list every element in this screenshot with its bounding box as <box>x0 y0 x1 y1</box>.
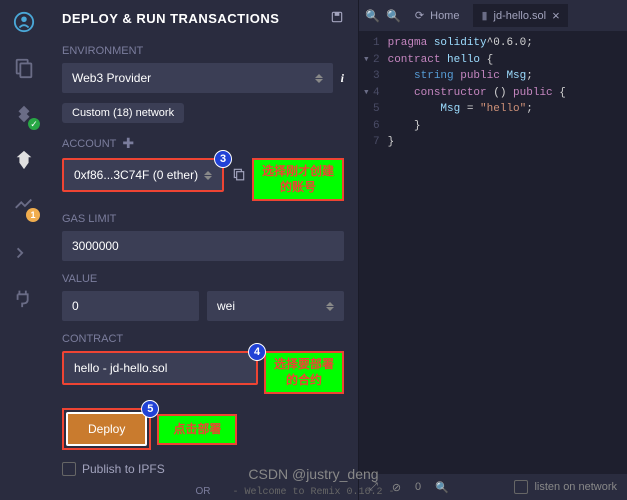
contract-select[interactable]: hello - jd-hello.sol 4 <box>62 351 258 385</box>
gas-label: GAS LIMIT <box>62 213 344 225</box>
listen-checkbox[interactable] <box>514 480 528 494</box>
close-tab-icon[interactable]: × <box>552 8 560 23</box>
status-bar: ⤢ ⊘ 0 🔍 listen on network <box>359 474 627 500</box>
file-explorer-icon[interactable] <box>10 54 38 82</box>
gas-limit-input[interactable]: 3000000 <box>62 231 344 261</box>
line-gutter: 1▾23▾4567 <box>359 35 388 474</box>
value-unit-select[interactable]: wei <box>207 291 344 321</box>
account-select[interactable]: 0xf86...3C74F (0 ether) 3 <box>62 158 224 192</box>
tab-file[interactable]: ▮ jd-hello.sol × <box>473 4 567 27</box>
updown-icon <box>326 302 334 311</box>
gas-value: 3000000 <box>72 239 119 253</box>
remix-logo-icon[interactable] <box>10 8 38 36</box>
deploy-panel: DEPLOY & RUN TRANSACTIONS ENVIRONMENT We… <box>48 0 358 500</box>
updown-icon <box>315 74 323 83</box>
tabbar: 🔍 🔍 ⟳ Home ▮ jd-hello.sol × <box>359 0 627 31</box>
code-editor[interactable]: 1▾23▾4567 pragma solidity^0.6.0; contrac… <box>359 31 627 474</box>
value-input[interactable]: 0 <box>62 291 199 321</box>
account-value: 0xf86...3C74F (0 ether) <box>74 168 198 182</box>
search-terminal-icon[interactable]: 🔍 <box>435 481 449 494</box>
deploy-icon[interactable] <box>10 146 38 174</box>
publish-ipfs-checkbox[interactable] <box>62 462 76 476</box>
error-count[interactable]: 0 <box>415 481 421 493</box>
plugin-icon[interactable] <box>10 284 38 312</box>
step-badge-3: 3 <box>214 150 232 168</box>
solidity-icon: ▮ <box>481 9 487 22</box>
deploy-button[interactable]: Deploy <box>66 412 147 446</box>
value-unit: wei <box>217 299 235 313</box>
check-badge-icon: ✓ <box>28 118 40 130</box>
value-amount: 0 <box>72 299 79 313</box>
environment-label: ENVIRONMENT <box>62 45 344 57</box>
debugger-icon[interactable] <box>10 238 38 266</box>
code-content: pragma solidity^0.6.0; contract hello { … <box>388 35 566 474</box>
contract-label: CONTRACT <box>62 333 344 345</box>
notification-badge: 1 <box>26 208 40 222</box>
updown-icon <box>204 171 212 180</box>
add-account-icon[interactable]: ✚ <box>122 135 134 152</box>
panel-title: DEPLOY & RUN TRANSACTIONS <box>62 11 279 26</box>
annotation-account: 选择刚才创建的账号 <box>252 158 344 201</box>
publish-ipfs-label: Publish to IPFS <box>82 462 165 476</box>
compiler-icon[interactable]: ✓ <box>10 100 38 128</box>
home-icon: ⟳ <box>415 9 424 22</box>
editor-pane: 🔍 🔍 ⟳ Home ▮ jd-hello.sol × 1▾23▾4567 pr… <box>358 0 627 500</box>
environment-select[interactable]: Web3 Provider <box>62 63 333 93</box>
sidebar: ✓ 1 <box>0 0 48 500</box>
save-icon[interactable] <box>330 10 344 27</box>
network-pill: Custom (18) network <box>62 103 184 123</box>
info-icon[interactable]: i <box>341 71 344 86</box>
account-label: ACCOUNT <box>62 138 116 150</box>
annotation-contract: 选择要部署的合约 <box>264 351 344 394</box>
welcome-text: - Welcome to Remix 0.16.2 - <box>232 487 394 498</box>
tab-home[interactable]: ⟳ Home <box>407 5 468 26</box>
zoom-out-icon[interactable]: 🔍 <box>386 9 401 23</box>
environment-value: Web3 Provider <box>72 71 151 85</box>
analytics-icon[interactable]: 1 <box>10 192 38 220</box>
annotation-deploy: 点击部署 <box>157 414 237 446</box>
zoom-in-icon[interactable]: 🔍 <box>365 9 380 23</box>
listen-label: listen on network <box>534 481 617 493</box>
contract-value: hello - jd-hello.sol <box>74 361 167 375</box>
copy-icon[interactable] <box>232 167 246 184</box>
value-label: VALUE <box>62 273 344 285</box>
tab-home-label: Home <box>430 10 459 22</box>
tab-file-label: jd-hello.sol <box>494 10 547 22</box>
